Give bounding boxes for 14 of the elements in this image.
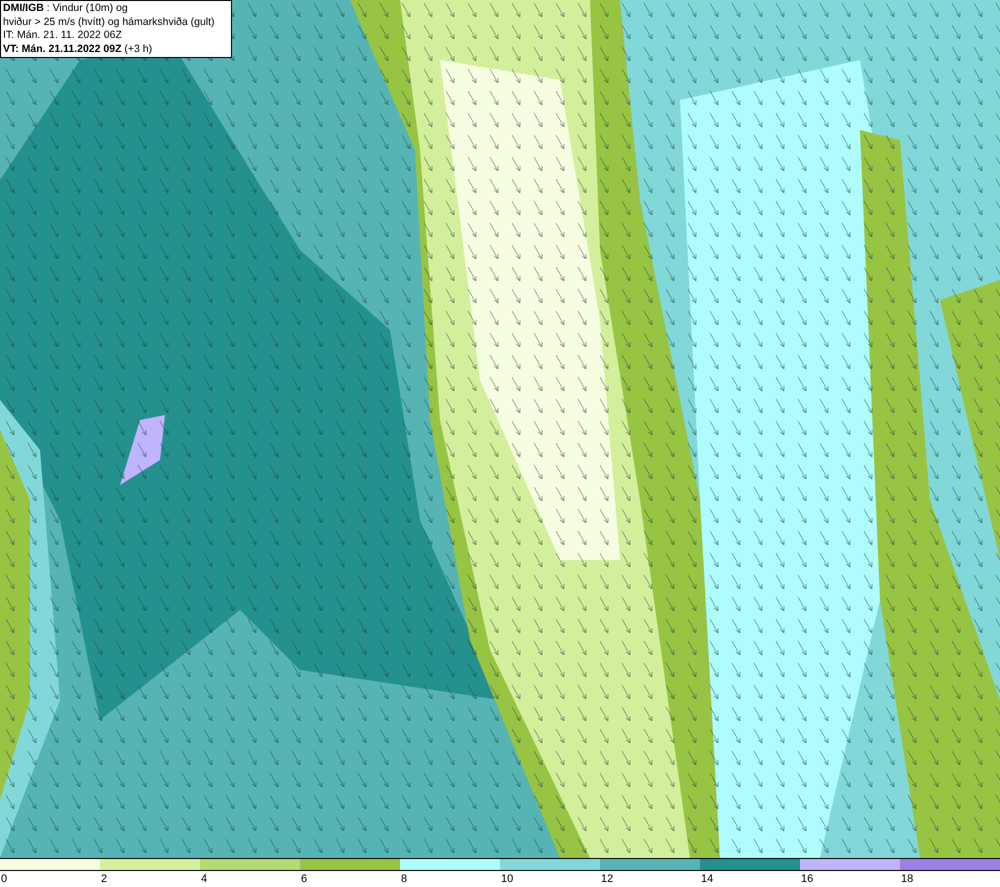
legend-label: 0 — [1, 873, 8, 885]
legend-label: 16 — [801, 873, 814, 885]
legend-label: 10 — [501, 873, 514, 885]
legend-label: 18 — [901, 873, 914, 885]
info-line: DMI/IGB : Vindur (10m) og — [3, 2, 129, 16]
legend-label: 14 — [701, 873, 714, 885]
info-line: hviður > 25 m/s (hvítt) og hámarkshviða (gult) — [3, 16, 216, 29]
legend-label: 6 — [301, 873, 308, 885]
legend-label: 8 — [401, 873, 408, 885]
legend-label: 2 — [101, 873, 108, 885]
legend-label: 12 — [601, 873, 614, 885]
legend-label: 4 — [201, 873, 208, 885]
info-line: IT: Mán. 21. 11. 2022 06Z — [3, 29, 123, 42]
info-line: VT: Mán. 21.11.2022 09Z (+3 h) — [3, 42, 154, 56]
